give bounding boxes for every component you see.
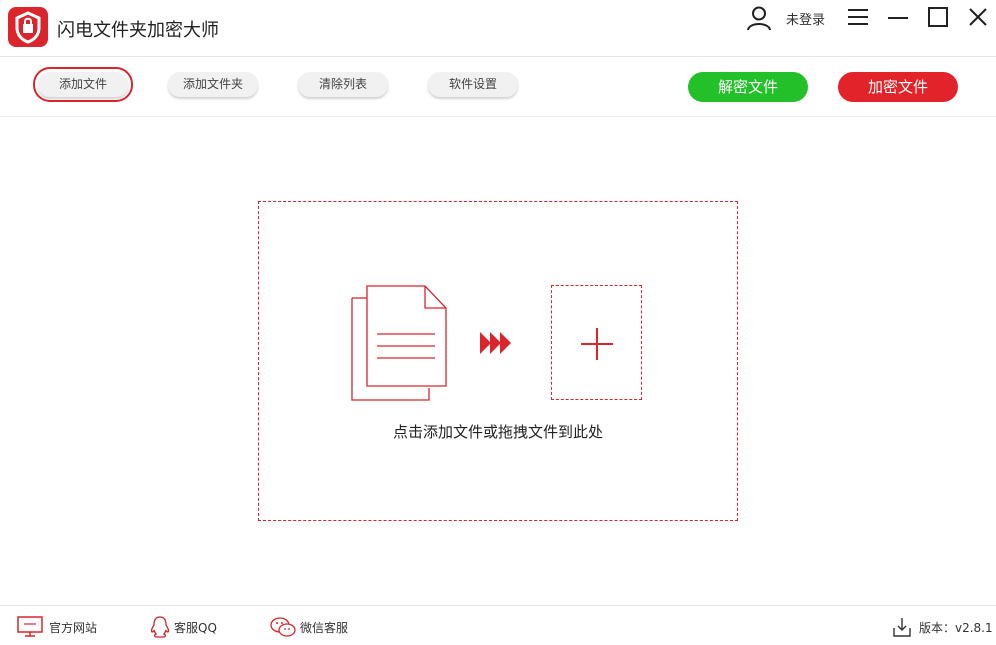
title-bar: 闪电文件夹加密大师 未登录	[0, 0, 996, 57]
wechat-service-link[interactable]: 微信客服	[270, 616, 360, 638]
toolbar-divider	[0, 116, 996, 117]
official-website-label: 官方网站	[49, 621, 98, 635]
clear-list-button[interactable]: 清除列表	[298, 72, 388, 97]
wechat-service-label: 微信客服	[300, 621, 349, 635]
maximize-icon[interactable]	[927, 6, 949, 28]
shield-lock-icon	[15, 11, 41, 44]
documents-icon	[351, 285, 447, 401]
minimize-icon[interactable]	[887, 6, 909, 28]
app-logo	[8, 7, 48, 47]
login-status-link[interactable]: 未登录	[786, 9, 825, 28]
wechat-icon	[270, 617, 296, 637]
software-settings-button[interactable]: 软件设置	[428, 72, 518, 97]
encrypt-file-button[interactable]: 加密文件	[838, 72, 958, 102]
monitor-icon	[17, 616, 43, 637]
close-icon[interactable]	[967, 6, 989, 28]
official-website-link[interactable]: 官方网站	[17, 616, 107, 638]
user-icon[interactable]	[746, 5, 772, 31]
add-folder-button[interactable]: 添加文件夹	[168, 72, 258, 97]
drop-hint-text: 点击添加文件或拖拽文件到此处	[392, 423, 603, 441]
version-info: 版本：v2.8.1	[892, 616, 993, 638]
file-drop-zone[interactable]: 点击添加文件或拖拽文件到此处	[258, 201, 738, 521]
footer-bar: 官方网站 客服QQ 微信客服 版本：v2.8.1	[0, 605, 996, 645]
customer-service-qq-link[interactable]: 客服QQ	[150, 616, 230, 638]
app-title: 闪电文件夹加密大师	[57, 20, 219, 41]
customer-service-qq-label: 客服QQ	[174, 621, 217, 635]
add-file-button[interactable]: 添加文件	[33, 67, 133, 102]
plus-icon	[581, 328, 613, 360]
version-label: 版本：v2.8.1	[919, 621, 993, 635]
menu-icon[interactable]	[847, 6, 869, 28]
decrypt-file-button[interactable]: 解密文件	[688, 72, 808, 102]
triple-arrow-icon	[480, 332, 511, 354]
download-icon	[893, 618, 911, 637]
add-target-box[interactable]	[551, 285, 642, 400]
qq-penguin-icon	[150, 616, 170, 638]
